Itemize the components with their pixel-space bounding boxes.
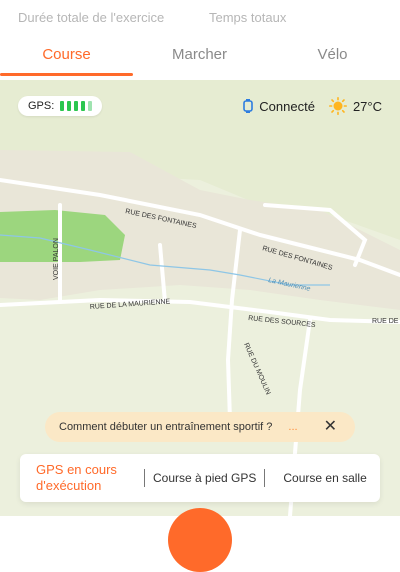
start-button[interactable] — [168, 508, 232, 572]
tab-marcher[interactable]: Marcher — [133, 46, 266, 63]
gps-bar — [81, 101, 86, 111]
watch-icon — [243, 99, 254, 113]
gps-label: GPS: — [28, 100, 55, 112]
close-icon[interactable]: ✕ — [324, 419, 337, 435]
sun-icon — [328, 97, 347, 115]
map-label-rue-de: RUE DE — [372, 318, 399, 325]
temperature: 27°C — [352, 98, 382, 114]
tip-more: ... — [288, 421, 298, 433]
gps-bar — [88, 101, 93, 111]
map-canvas: RUE DES FONTAINES RUE DES FONTAINES VOIE… — [0, 150, 400, 516]
mode-indoor[interactable]: Course en salle — [275, 471, 374, 485]
tab-total-duration[interactable]: Durée totale de l'exercice — [18, 10, 164, 25]
map-view[interactable]: RUE DES FONTAINES RUE DES FONTAINES VOIE… — [0, 80, 400, 516]
tip-text[interactable]: Comment débuter un entraînement sportif … — [59, 421, 272, 433]
sport-tabs: Course Marcher Vélo — [0, 34, 400, 78]
mode-outdoor-gps[interactable]: Course à pied GPS — [145, 471, 264, 485]
tab-total-times[interactable]: Temps totaux — [209, 10, 286, 25]
status-bar: Connecté 27°C — [243, 97, 382, 115]
gps-signal-bars — [60, 101, 93, 111]
tab-course[interactable]: Course — [0, 46, 133, 63]
divider — [264, 469, 266, 487]
gps-bar — [67, 101, 72, 111]
gps-bar — [74, 101, 79, 111]
active-tab-underline — [0, 73, 133, 76]
map-label-voie-palon: VOIE PALON — [53, 238, 60, 280]
tab-velo[interactable]: Vélo — [266, 46, 399, 63]
top-tabs: Durée totale de l'exercice Temps totaux — [0, 0, 400, 34]
gps-bar — [60, 101, 65, 111]
mode-gps-running[interactable]: GPS en cours d'exécution — [28, 462, 144, 494]
tip-banner[interactable]: Comment débuter un entraînement sportif … — [45, 412, 355, 442]
gps-indicator: GPS: — [18, 96, 103, 116]
connection-status: Connecté — [259, 98, 315, 114]
run-mode-selector: GPS en cours d'exécution Course à pied G… — [20, 454, 380, 502]
